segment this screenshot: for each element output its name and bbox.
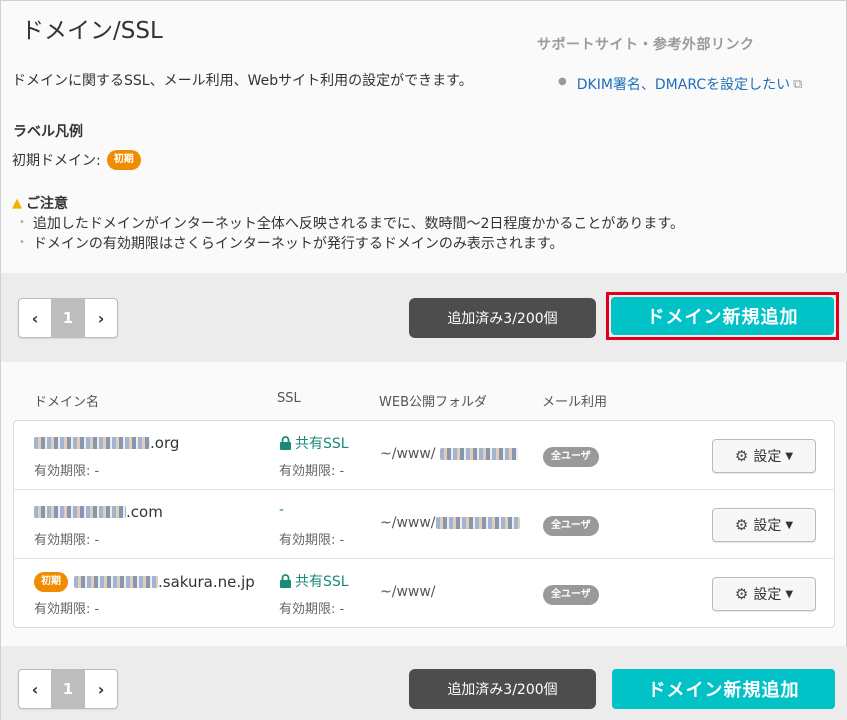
legend-title: ラベル凡例 [13, 124, 83, 140]
chevron-right-icon[interactable]: › [85, 299, 117, 337]
ssl-status: 共有SSL [279, 571, 349, 591]
add-domain-button[interactable]: ドメイン新規追加 [612, 669, 835, 709]
initial-domain-label: 初期ドメイン: [12, 153, 101, 169]
notice-title-text: ご注意 [26, 196, 68, 212]
ssl-expiry: 有効期限: - [279, 602, 345, 617]
domain-expiry: 有効期限: - [34, 464, 100, 479]
table-row: 初期 .sakura.ne.jp 有効期限: - 共有SSL 有効期限: - ~… [14, 559, 834, 628]
web-folder: ~/www/ [380, 584, 436, 600]
domain-table: .org 有効期限: - 共有SSL 有効期限: - ~/www/ 全ユーザ ⚙… [13, 420, 835, 628]
chevron-down-icon: ▼ [785, 450, 794, 462]
chevron-down-icon: ▼ [785, 519, 794, 531]
notice-item: 追加したドメインがインターネット全体へ反映されるまでに、数時間〜2日程度かかるこ… [19, 215, 684, 235]
bullet-icon: ● [558, 75, 567, 87]
initial-badge: 初期 [34, 572, 68, 592]
column-header-domain: ドメイン名 [34, 395, 100, 410]
table-row: .org 有効期限: - 共有SSL 有効期限: - ~/www/ 全ユーザ ⚙… [14, 421, 834, 490]
chevron-right-icon[interactable]: › [85, 670, 117, 708]
web-folder: ~/www/ [380, 446, 518, 462]
lock-icon [280, 574, 291, 588]
ssl-label[interactable]: 共有SSL [295, 571, 349, 591]
folder-path: ~/www/ [380, 446, 436, 462]
mail-usage-badge: 全ユーザ [543, 585, 599, 605]
chevron-left-icon[interactable]: ‹ [19, 299, 51, 337]
page-title: ドメイン/SSL [21, 18, 163, 44]
redacted-folder [435, 517, 520, 529]
ssl-expiry: 有効期限: - [279, 464, 345, 479]
external-link-icon: ⧉ [793, 76, 803, 92]
pagination-bottom: ‹ 1 › [18, 669, 118, 709]
dkim-dmarc-link[interactable]: DKIM署名、DMARCを設定したい [577, 74, 790, 94]
pagination-top: ‹ 1 › [18, 298, 118, 338]
domain-name: .com [34, 503, 163, 521]
domain-suffix: .sakura.ne.jp [158, 573, 255, 591]
settings-button[interactable]: ⚙ 設定 ▼ [712, 577, 816, 611]
column-header-ssl: SSL [277, 391, 301, 406]
page-number[interactable]: 1 [51, 299, 85, 337]
chevron-down-icon: ▼ [785, 588, 794, 600]
initial-badge: 初期 [106, 150, 141, 170]
redacted-folder [439, 448, 518, 460]
ssl-status: - [279, 502, 284, 518]
gear-icon: ⚙ [734, 447, 749, 465]
domain-name: .org [34, 434, 179, 452]
folder-path: ~/www/ [380, 584, 436, 600]
domain-name: 初期 .sakura.ne.jp [34, 572, 255, 592]
mail-usage-badge: 全ユーザ [543, 516, 599, 536]
ssl-status: 共有SSL [279, 433, 349, 453]
settings-label: 設定 [753, 587, 782, 603]
settings-label: 設定 [753, 449, 782, 465]
settings-button[interactable]: ⚙ 設定 ▼ [712, 439, 816, 473]
settings-button[interactable]: ⚙ 設定 ▼ [712, 508, 816, 542]
warning-icon: ▲ [12, 195, 22, 211]
domain-count-badge: 追加済み3/200個 [409, 669, 596, 709]
column-header-folder: WEB公開フォルダ [379, 395, 487, 410]
settings-label: 設定 [753, 518, 782, 534]
redacted-domain [74, 576, 158, 588]
domain-expiry: 有効期限: - [34, 602, 100, 617]
column-header-mail: メール利用 [542, 395, 608, 410]
gear-icon: ⚙ [734, 585, 749, 603]
redacted-domain [34, 437, 150, 449]
support-section-label: サポートサイト・参考外部リンク [537, 37, 755, 53]
support-link-item: ● DKIM署名、DMARCを設定したい ⧉ [558, 74, 802, 94]
redacted-domain [34, 506, 126, 518]
domain-expiry: 有効期限: - [34, 533, 100, 548]
web-folder: ~/www/ [380, 515, 520, 531]
table-row: .com 有効期限: - - 有効期限: - ~/www/ 全ユーザ ⚙ 設定 … [14, 490, 834, 559]
lock-icon [280, 436, 291, 450]
domain-suffix: .com [126, 503, 163, 521]
domain-suffix: .org [150, 434, 180, 452]
page-intro: ドメインに関するSSL、メール利用、Webサイト利用の設定ができます。 [12, 73, 473, 89]
notice-title: ▲ ご注意 [12, 193, 68, 213]
ssl-label[interactable]: - [279, 502, 284, 518]
ssl-expiry: 有効期限: - [279, 533, 345, 548]
notice-item: ドメインの有効期限はさくらインターネットが発行するドメインのみ表示されます。 [19, 235, 684, 255]
folder-path: ~/www/ [380, 515, 436, 531]
add-domain-button[interactable]: ドメイン新規追加 [611, 297, 834, 335]
ssl-label[interactable]: 共有SSL [295, 433, 349, 453]
add-button-highlight: ドメイン新規追加 [606, 292, 839, 340]
mail-usage-badge: 全ユーザ [543, 447, 599, 467]
domain-count-badge: 追加済み3/200個 [409, 298, 596, 338]
page-number[interactable]: 1 [51, 670, 85, 708]
chevron-left-icon[interactable]: ‹ [19, 670, 51, 708]
gear-icon: ⚙ [734, 516, 749, 534]
legend-row: 初期ドメイン: 初期 [12, 150, 141, 170]
notice-list: 追加したドメインがインターネット全体へ反映されるまでに、数時間〜2日程度かかるこ… [19, 215, 684, 255]
